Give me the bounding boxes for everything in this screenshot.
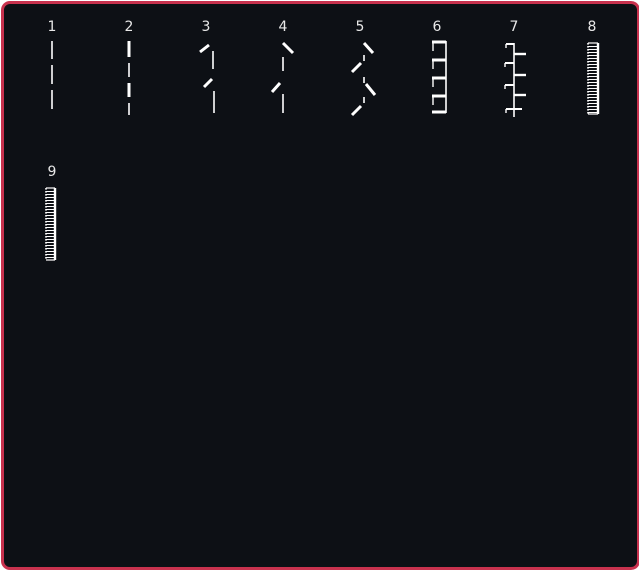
feather-stitch-wide-icon xyxy=(270,41,295,113)
stitch-1-button[interactable]: 1 xyxy=(22,19,82,129)
stitch-7-button[interactable]: 7 xyxy=(484,19,544,129)
satin-bartack-stitch-icon xyxy=(45,187,57,261)
stitch-8-button[interactable]: 8 xyxy=(562,19,622,129)
stitch-5-button[interactable]: 5 xyxy=(330,19,390,129)
stitch-9-button[interactable]: 9 xyxy=(22,164,82,274)
zigzag-feather-stitch-icon xyxy=(350,41,377,117)
triple-straight-stitch-icon xyxy=(127,41,131,115)
stitch-4-button[interactable]: 4 xyxy=(253,19,313,129)
stitch-number: 8 xyxy=(587,19,597,35)
stitch-number: 3 xyxy=(201,19,211,35)
satin-bartack-stitch-icon xyxy=(587,42,600,115)
stitch-number: 9 xyxy=(47,164,57,180)
stitch-number: 5 xyxy=(355,19,365,35)
stitch-number: 4 xyxy=(278,19,288,35)
stitch-selection-panel: 1 2 3 4 5 6 7 8 9 xyxy=(1,1,639,570)
blanket-stitch-icon xyxy=(432,40,447,114)
double-blanket-stitch-icon xyxy=(504,43,526,117)
stitch-number: 2 xyxy=(124,19,134,35)
stitch-number: 7 xyxy=(509,19,519,35)
stitch-3-button[interactable]: 3 xyxy=(176,19,236,129)
straight-stitch-icon xyxy=(51,41,53,109)
stitch-number: 6 xyxy=(432,19,442,35)
stitch-number: 1 xyxy=(47,19,57,35)
feather-stitch-icon xyxy=(199,43,215,113)
stitch-2-button[interactable]: 2 xyxy=(99,19,159,129)
stitch-6-button[interactable]: 6 xyxy=(407,19,467,129)
